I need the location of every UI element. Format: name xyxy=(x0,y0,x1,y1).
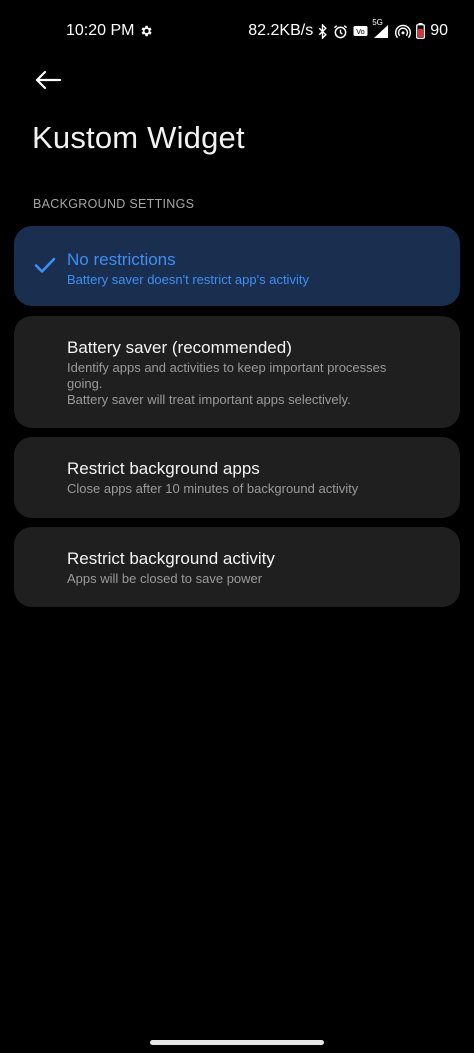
option-no-restrictions[interactable]: No restrictions Battery saver doesn't re… xyxy=(14,226,460,306)
battery-level: 90 xyxy=(430,22,448,39)
option-title: Restrict background activity xyxy=(67,549,275,568)
status-bar: 10:20 PM 82.2KB/s Vo 5G 90 xyxy=(0,0,474,62)
back-button[interactable] xyxy=(30,62,66,98)
home-indicator[interactable] xyxy=(150,1040,324,1045)
bluetooth-icon xyxy=(318,23,328,39)
option-description-line: Identify apps and activities to keep imp… xyxy=(67,360,387,375)
option-description: Battery saver doesn't restrict app's act… xyxy=(67,272,309,287)
alarm-icon xyxy=(333,24,348,39)
checkmark-icon xyxy=(34,256,56,274)
option-description: Close apps after 10 minutes of backgroun… xyxy=(67,481,359,496)
svg-text:Vo: Vo xyxy=(356,28,365,36)
signal-icon: 5G xyxy=(372,18,390,39)
network-label: 5G xyxy=(372,17,383,27)
option-title: No restrictions xyxy=(67,250,176,269)
option-description-line: going. xyxy=(67,376,103,391)
option-restrict-background-apps[interactable]: Restrict background apps Close apps afte… xyxy=(14,437,460,518)
gear-icon xyxy=(139,24,153,38)
battery-icon xyxy=(416,23,426,39)
option-description-line: Battery saver will treat important apps … xyxy=(67,392,351,407)
option-description: Apps will be closed to save power xyxy=(67,571,263,586)
option-title: Restrict background apps xyxy=(67,459,260,478)
status-right: 82.2KB/s Vo 5G 90 xyxy=(248,18,448,40)
option-restrict-background-activity[interactable]: Restrict background activity Apps will b… xyxy=(14,527,460,607)
arrow-left-icon xyxy=(34,70,62,90)
status-left: 10:20 PM xyxy=(66,22,153,40)
status-time: 10:20 PM xyxy=(66,22,135,39)
section-header: BACKGROUND SETTINGS xyxy=(33,197,195,211)
volte-icon: Vo xyxy=(353,24,368,38)
option-battery-saver[interactable]: Battery saver (recommended) Identify app… xyxy=(14,316,460,428)
network-speed: 82.2KB/s xyxy=(248,22,314,39)
hotspot-icon xyxy=(395,24,412,39)
option-title: Battery saver (recommended) xyxy=(67,338,292,357)
page-title: Kustom Widget xyxy=(32,120,245,155)
